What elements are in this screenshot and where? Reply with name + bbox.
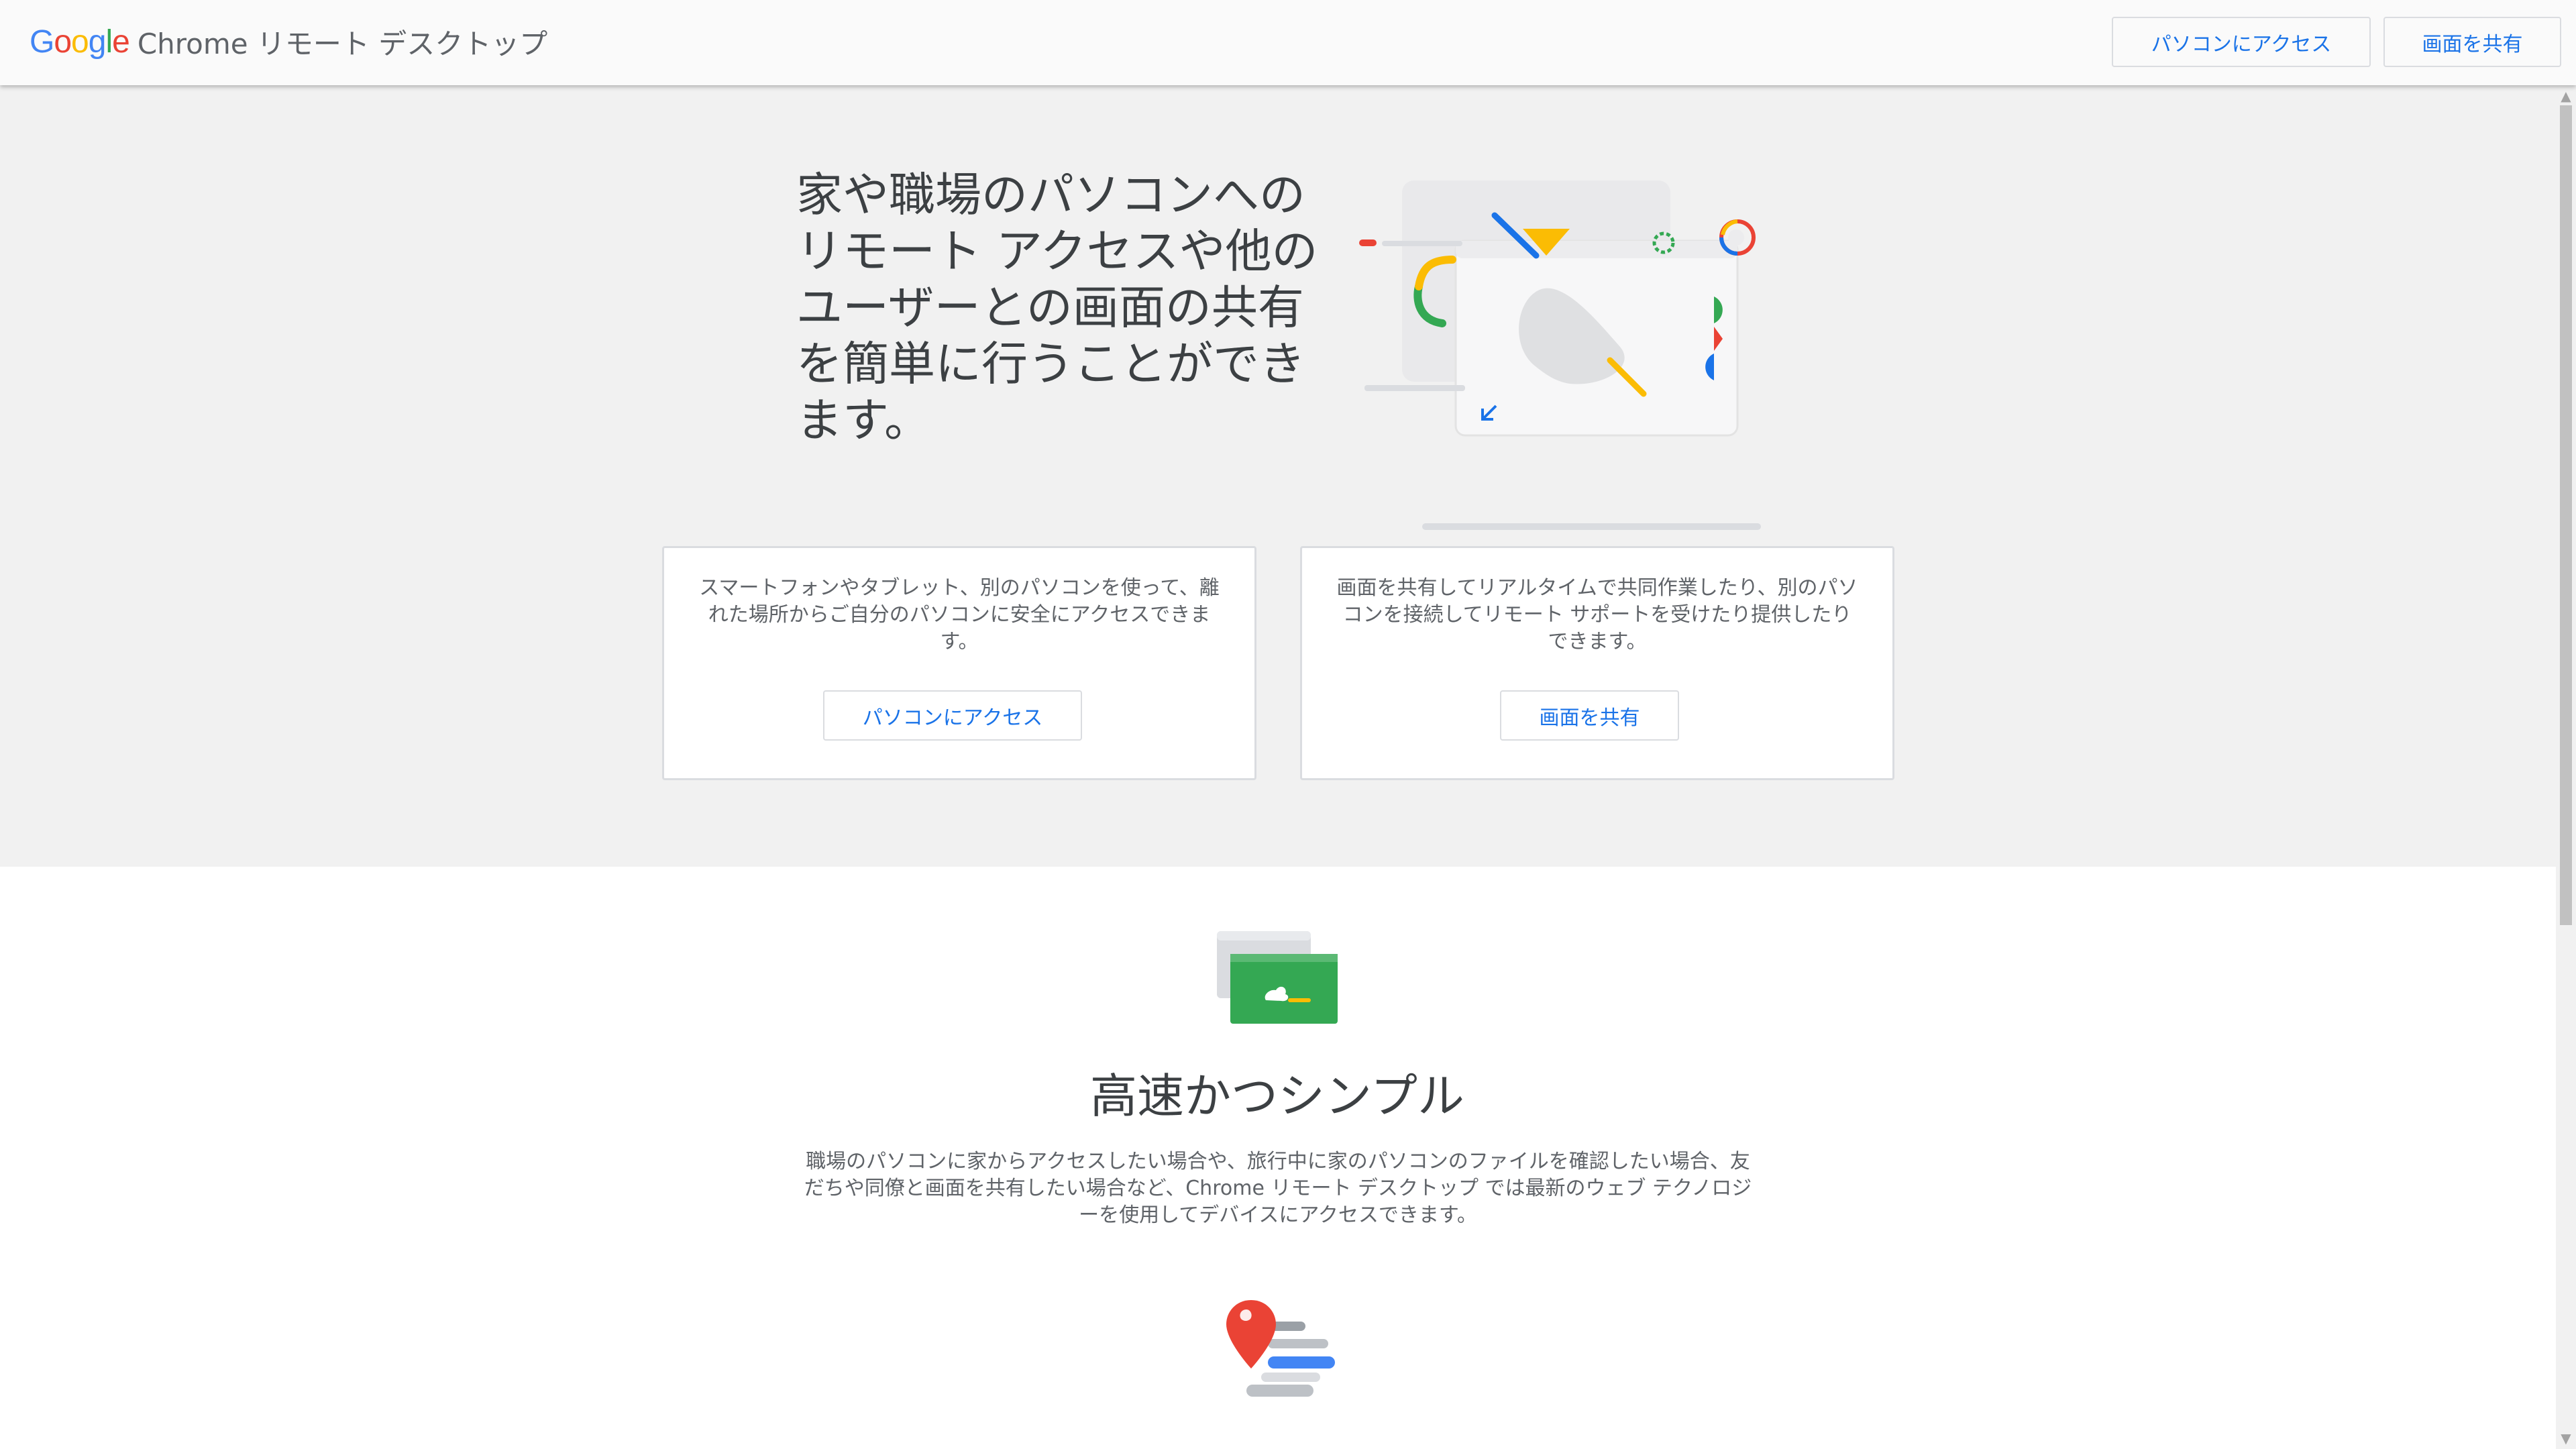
card-share-screen-button[interactable]: 画面を共有 xyxy=(1500,690,1679,741)
top-app-bar: Google Chrome リモート デスクトップ パソコンにアクセス 画面を共… xyxy=(0,0,2576,85)
page-scrollbar[interactable]: ▲ ▼ xyxy=(2556,85,2576,1449)
location-pin-icon xyxy=(1226,1300,1335,1397)
scroll-up-arrow-icon[interactable]: ▲ xyxy=(2556,88,2576,104)
card-access-computer-button[interactable]: パソコンにアクセス xyxy=(823,690,1082,741)
share-card-text: 画面を共有してリアルタイムで共同作業したり、別のパソコンを接続してリモート サポ… xyxy=(1336,576,1858,653)
product-name: Chrome リモート デスクトップ xyxy=(137,27,548,60)
brand[interactable]: Google Chrome リモート デスクトップ xyxy=(30,20,547,63)
feature-description: 職場のパソコンに家からアクセスしたい場合や、旅行中に家のパソコンのファイルを確認… xyxy=(804,1150,1752,1227)
scrollbar-thumb[interactable] xyxy=(2560,105,2572,925)
hero-headline: 家や職場のパソコンへのリモート アクセスや他のユーザーとの画面の共有を簡単に行う… xyxy=(796,168,1318,447)
google-logo: Google xyxy=(30,23,130,60)
access-card: スマートフォンやタブレット、別のパソコンを使って、離れた場所からご自分のパソコン… xyxy=(662,546,1256,780)
remote-desktop-illustration-icon xyxy=(1359,180,1761,530)
access-computer-button[interactable]: パソコンにアクセス xyxy=(2112,17,2371,67)
fast-simple-icon xyxy=(1217,931,1338,1024)
feature-title: 高速かつシンプル xyxy=(1090,1069,1464,1124)
scroll-down-arrow-icon[interactable]: ▼ xyxy=(2556,1430,2576,1446)
hero-section: 家や職場のパソコンへのリモート アクセスや他のユーザーとの画面の共有を簡単に行う… xyxy=(0,85,2563,867)
share-card: 画面を共有してリアルタイムで共同作業したり、別のパソコンを接続してリモート サポ… xyxy=(1300,546,1894,780)
share-screen-button[interactable]: 画面を共有 xyxy=(2383,17,2561,67)
access-card-text: スマートフォンやタブレット、別のパソコンを使って、離れた場所からご自分のパソコン… xyxy=(699,576,1220,653)
